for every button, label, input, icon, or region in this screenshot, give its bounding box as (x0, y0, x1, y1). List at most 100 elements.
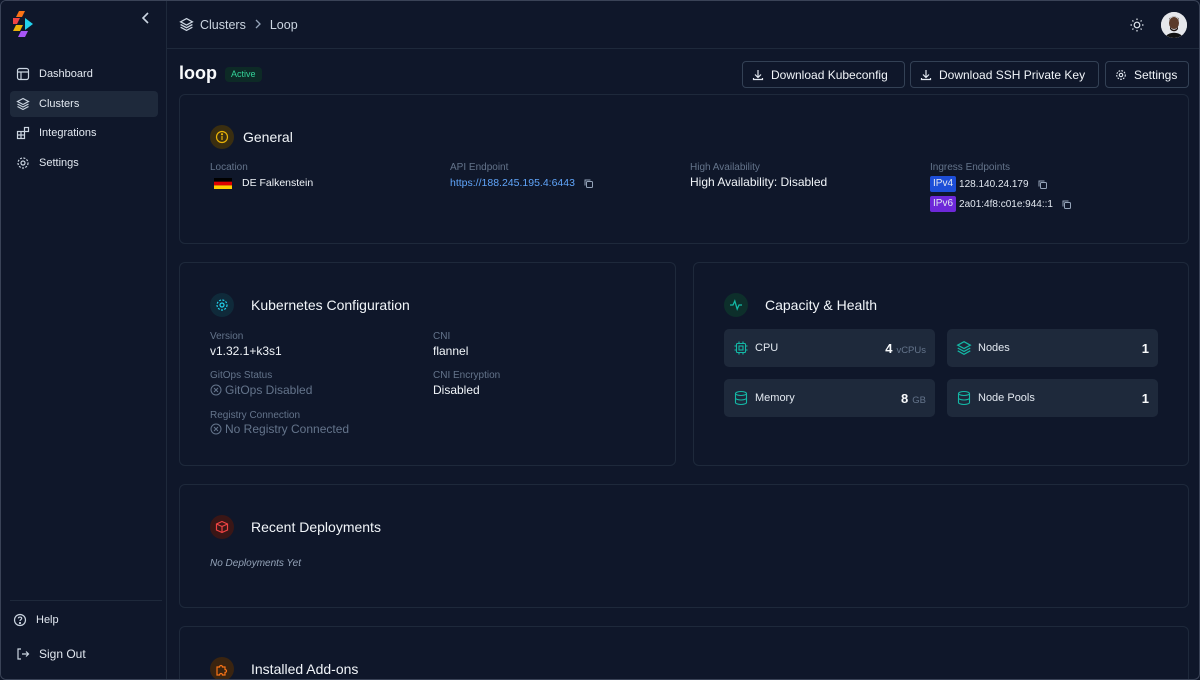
version-value: v1.32.1+k3s1 (210, 344, 282, 358)
blocks-icon (16, 126, 30, 140)
recent-deployments-title: Recent Deployments (210, 515, 381, 539)
sidebar-item-dashboard[interactable]: Dashboard (10, 61, 158, 87)
logo-icon[interactable] (13, 11, 37, 37)
cni-encryption-value: Disabled (433, 383, 480, 397)
settings-label: Settings (1134, 67, 1178, 82)
app-window: Dashboard Clusters Integrations Settings (0, 0, 1200, 680)
cpu-label: CPU (755, 342, 779, 354)
gitops-text: GitOps Disabled (225, 383, 313, 397)
layout-icon (16, 67, 30, 81)
sidebar-footer: Help Sign Out (10, 600, 162, 665)
gear-icon (1115, 69, 1127, 81)
breadcrumb-clusters-link[interactable]: Clusters (200, 18, 246, 32)
sidebar-item-settings[interactable]: Settings (10, 150, 158, 176)
copy-icon[interactable] (1061, 199, 1072, 210)
memory-stat: Memory 8 GB (724, 379, 935, 417)
gitops-value: GitOps Disabled (210, 383, 312, 397)
nodes-stat: Nodes 1 (947, 329, 1158, 367)
ingress-label: Ingress Endpoints (930, 162, 1011, 173)
registry-label: Registry Connection (210, 410, 301, 421)
ipv6-tag: IPv6 (930, 196, 957, 212)
download-ssh-key-button[interactable]: Download SSH Private Key (910, 61, 1099, 88)
installed-addons-card: Installed Add-ons (179, 626, 1189, 679)
settings-button[interactable]: Settings (1105, 61, 1189, 88)
ha-label: High Availability (690, 162, 760, 173)
layers-icon (956, 340, 972, 356)
help-label: Help (36, 614, 59, 626)
x-circle-icon (210, 384, 222, 396)
info-icon (210, 125, 234, 149)
sidebar-item-label: Clusters (39, 97, 80, 110)
layers-icon (179, 17, 194, 32)
empty-deployments-text: No Deployments Yet (210, 558, 301, 569)
ha-value: High Availability: Disabled (690, 175, 828, 189)
node-pools-label: Node Pools (978, 392, 1035, 404)
database-icon (733, 390, 749, 406)
copy-icon[interactable] (1037, 179, 1048, 190)
ipv4-row: IPv4 128.140.24.179 (930, 176, 1048, 192)
recent-deployments-title-text: Recent Deployments (251, 519, 381, 535)
help-link[interactable]: Help (10, 609, 162, 631)
kubernetes-config-title-text: Kubernetes Configuration (251, 297, 410, 313)
sun-icon[interactable] (1129, 17, 1145, 33)
chevron-right-icon (254, 18, 262, 32)
general-title-text: General (243, 129, 293, 145)
location-label: Location (210, 162, 248, 173)
sidebar-item-clusters[interactable]: Clusters (10, 90, 158, 117)
capacity-card: Capacity & Health CPU 4 vCPUs Nodes 1 Mem… (693, 262, 1189, 466)
recent-deployments-card: Recent Deployments No Deployments Yet (179, 484, 1189, 608)
logout-icon (16, 647, 30, 661)
activity-icon (724, 293, 748, 317)
kubernetes-gear-icon (210, 293, 234, 317)
download-icon (752, 69, 764, 81)
sidebar-item-integrations[interactable]: Integrations (10, 120, 158, 146)
page-title: loop (179, 63, 217, 83)
copy-icon[interactable] (583, 178, 594, 189)
breadcrumb: Clusters Loop (179, 17, 298, 32)
layers-icon (16, 97, 30, 111)
sidebar-item-label: Settings (39, 157, 79, 170)
ipv6-value: 2a01:4f8:c01e:944::1 (959, 198, 1053, 210)
general-title: General (210, 125, 293, 149)
gitops-label: GitOps Status (210, 370, 273, 381)
ipv4-value: 128.140.24.179 (959, 178, 1029, 190)
api-endpoint-value: https://188.245.195.4:6443 (450, 177, 594, 189)
germany-flag-icon (214, 177, 232, 189)
api-endpoint-link[interactable]: https://188.245.195.4:6443 (450, 177, 575, 189)
topbar: Clusters Loop (167, 1, 1199, 49)
help-circle-icon (13, 613, 27, 627)
box-icon (210, 515, 234, 539)
download-kubeconfig-label: Download Kubeconfig (771, 67, 888, 82)
cni-label: CNI (433, 331, 451, 342)
node-pools-value: 1 (1141, 390, 1149, 406)
sidebar: Dashboard Clusters Integrations Settings (1, 1, 167, 679)
memory-value: 8 GB (901, 390, 926, 406)
sidebar-item-label: Integrations (39, 127, 97, 140)
node-pools-stat: Node Pools 1 (947, 379, 1158, 417)
nodes-label: Nodes (978, 342, 1010, 354)
download-kubeconfig-button[interactable]: Download Kubeconfig (742, 61, 905, 88)
sidebar-item-label: Dashboard (39, 68, 93, 80)
nodes-value: 1 (1141, 340, 1149, 356)
capacity-title-text: Capacity & Health (765, 297, 878, 313)
memory-label: Memory (755, 392, 795, 404)
api-endpoint-label: API Endpoint (450, 162, 509, 173)
sidebar-nav: Dashboard Clusters Integrations Settings (10, 61, 158, 180)
ipv4-tag: IPv4 (930, 176, 957, 192)
collapse-sidebar-icon[interactable] (141, 11, 155, 27)
cni-encryption-label: CNI Encryption (433, 370, 501, 381)
ipv6-row: IPv6 2a01:4f8:c01e:944::1 (930, 196, 1072, 212)
signout-label: Sign Out (39, 647, 86, 661)
cpu-stat: CPU 4 vCPUs (724, 329, 935, 367)
puzzle-icon (210, 657, 234, 679)
database-icon (956, 390, 972, 406)
avatar[interactable] (1161, 12, 1187, 38)
general-card: General Location DE Falkenstein API Endp… (179, 94, 1189, 244)
status-badge: Active (225, 67, 262, 82)
installed-addons-title: Installed Add-ons (210, 657, 358, 679)
version-label: Version (210, 331, 244, 342)
signout-link[interactable]: Sign Out (10, 643, 162, 665)
download-icon (920, 69, 932, 81)
kubernetes-config-card: Kubernetes Configuration Version v1.32.1… (179, 262, 676, 466)
cni-value: flannel (433, 344, 469, 358)
